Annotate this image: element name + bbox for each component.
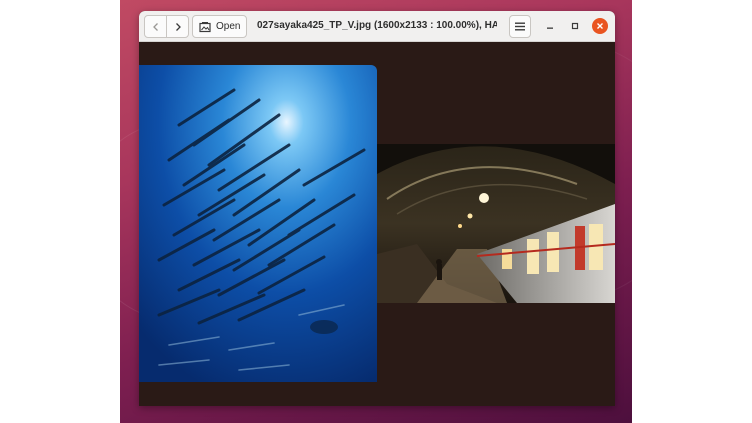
image-viewer-window: Open 027sayaka425_TP_V.jpg (1600x2133 : … xyxy=(139,11,615,406)
image-canvas[interactable] xyxy=(139,42,615,406)
barracuda-photo xyxy=(139,65,377,382)
maximize-button[interactable] xyxy=(567,18,583,34)
minimize-icon xyxy=(547,27,553,29)
open-button[interactable]: Open xyxy=(192,15,248,38)
minimize-button[interactable] xyxy=(542,18,558,34)
navigation-buttons xyxy=(144,15,189,38)
forward-button[interactable] xyxy=(166,16,188,37)
train-platform-photo xyxy=(377,144,615,303)
open-button-label: Open xyxy=(216,21,241,32)
close-button[interactable] xyxy=(592,18,608,34)
image-open-icon xyxy=(199,21,211,32)
headerbar: Open 027sayaka425_TP_V.jpg (1600x2133 : … xyxy=(139,11,615,42)
chevron-right-icon xyxy=(175,22,181,31)
menu-button[interactable] xyxy=(509,15,531,38)
back-button[interactable] xyxy=(145,16,166,37)
window-title: 027sayaka425_TP_V.jpg (1600x2133 : 100.0… xyxy=(257,20,497,31)
chevron-left-icon xyxy=(152,22,158,31)
maximize-icon xyxy=(571,22,579,30)
hamburger-menu-icon xyxy=(515,22,525,31)
close-icon xyxy=(597,23,603,29)
